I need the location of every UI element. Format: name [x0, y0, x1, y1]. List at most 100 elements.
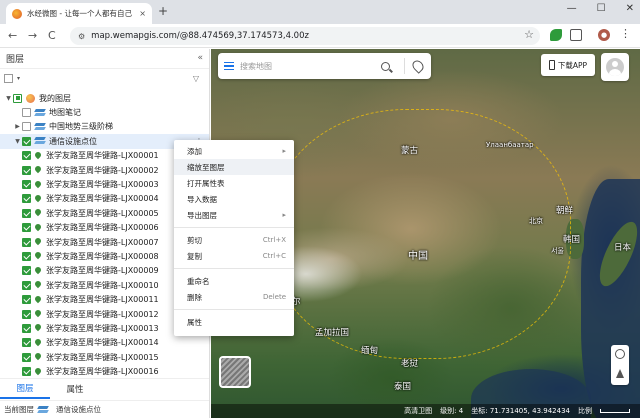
ctx-add[interactable]: 添加 ▸ [174, 143, 294, 159]
hamburger-menu-icon[interactable] [224, 62, 234, 70]
layer-checkbox[interactable] [22, 136, 31, 146]
map-pin-icon [35, 368, 41, 376]
layer-checkbox[interactable] [22, 323, 31, 333]
list-item[interactable]: 张学友路至周华键路-LJX00015 [0, 350, 209, 364]
ctx-properties[interactable]: 属性 [174, 314, 294, 330]
map-pin-icon [35, 152, 41, 160]
ctx-delete[interactable]: 删除 Delete [174, 289, 294, 305]
map-pin-icon [35, 195, 41, 203]
bookmark-star-icon[interactable]: ☆ [524, 28, 534, 41]
maximize-button[interactable]: ☐ [597, 3, 606, 14]
ctx-zoom-to-layer[interactable]: 缩放至图层 [174, 159, 294, 175]
layer-checkbox[interactable] [22, 165, 31, 175]
map-status-bar: 高清卫图 级别: 4 坐标: 71.731405, 43.942434 比例 [211, 404, 640, 418]
layer-checkbox[interactable] [22, 122, 31, 132]
profile-avatar[interactable]: ● [598, 29, 610, 41]
tab-layers[interactable]: 图层 [0, 379, 50, 399]
submenu-arrow-icon: ▸ [282, 211, 286, 219]
user-avatar-button[interactable] [601, 53, 629, 81]
extensions-puzzle-icon[interactable] [570, 29, 582, 41]
list-item-label: 张学友路至周华键路-LJX00005 [46, 208, 159, 218]
site-info-icon[interactable]: ⚙ [78, 32, 85, 41]
tree-node-notes[interactable]: 地图笔记 [0, 105, 209, 119]
layer-checkbox[interactable] [22, 309, 31, 319]
ctx-import-data[interactable]: 导入数据 [174, 191, 294, 207]
browser-toolbar: ← → C ⚙ map.wemapgis.com/@88.474569,37.1… [0, 24, 640, 48]
gps-locate-icon[interactable] [615, 349, 625, 359]
menu-divider [174, 227, 294, 228]
list-item-label: 张学友路至周华键路-LJX00016 [46, 367, 159, 377]
current-layer-bar: 当前图层 通信设施点位 [0, 400, 209, 418]
tab-properties[interactable]: 属性 [50, 380, 100, 398]
panel-tools: ▾ [0, 69, 209, 87]
chevron-down-icon[interactable]: ▾ [17, 75, 20, 82]
panel-header: 图层 [0, 49, 209, 69]
tree-root[interactable]: ▼ 我的图层 [0, 91, 209, 105]
layer-checkbox[interactable] [22, 266, 31, 276]
browser-tab[interactable]: 水经微图 - 让每一个人都有自己 × [6, 3, 152, 24]
scale-bar [600, 409, 630, 413]
compass-icon[interactable] [616, 369, 624, 378]
browser-menu-icon[interactable]: ⋮ [620, 27, 632, 40]
map-pin-icon [35, 339, 41, 347]
close-window-button[interactable]: ✕ [626, 3, 634, 14]
download-app-button[interactable]: 下载APP [541, 54, 595, 76]
layer-checkbox[interactable] [22, 180, 31, 190]
layer-checkbox[interactable] [22, 237, 31, 247]
menu-divider [174, 268, 294, 269]
layer-checkbox[interactable] [22, 151, 31, 161]
reload-button[interactable]: C [48, 29, 56, 42]
tree-label: 地图笔记 [49, 108, 81, 118]
basemap-switch-button[interactable] [219, 356, 251, 388]
expand-caret-icon[interactable]: ▼ [4, 95, 13, 102]
map-pin-icon [35, 181, 41, 189]
layer-checkbox[interactable] [22, 280, 31, 290]
menu-divider [174, 309, 294, 310]
list-item-label: 张学友路至周华键路-LJX00012 [46, 309, 159, 319]
search-icon[interactable] [381, 61, 390, 71]
layer-checkbox[interactable] [22, 108, 31, 118]
ctx-cut[interactable]: 剪切 Ctrl+X [174, 232, 294, 248]
ctx-export-layer[interactable]: 导出图层 ▸ [174, 207, 294, 223]
forward-button[interactable]: → [28, 29, 37, 42]
tree-label: 中国地势三级阶梯 [49, 122, 113, 132]
layer-checkbox[interactable] [22, 194, 31, 204]
expand-caret-icon[interactable]: ▶ [13, 123, 22, 130]
tree-node-terrain[interactable]: ▶ 中国地势三级阶梯 [0, 120, 209, 134]
layer-checkbox[interactable] [22, 352, 31, 362]
collapse-panel-icon[interactable]: « [197, 53, 203, 63]
ctx-open-attribute-table[interactable]: 打开属性表 [174, 175, 294, 191]
minimize-button[interactable]: — [567, 3, 577, 14]
map-pin-icon [35, 324, 41, 332]
address-bar[interactable]: ⚙ map.wemapgis.com/@88.474569,37.174573,… [70, 27, 540, 45]
filter-icon[interactable]: ▽ [193, 74, 199, 83]
layer-checkbox[interactable] [22, 338, 31, 348]
list-item[interactable]: 张学友路至周华键路-LJX00016 [0, 364, 209, 378]
ctx-rename[interactable]: 重命名 [174, 273, 294, 289]
location-pin-icon[interactable] [410, 58, 426, 74]
extension-leaf-icon[interactable] [550, 29, 562, 41]
map-label-ulaanbaatar: Улаанбаатар [486, 141, 534, 149]
select-all-checkbox[interactable] [4, 73, 13, 83]
tree-label: 通信设施点位 [49, 136, 97, 146]
list-item-label: 张学友路至周华键路-LJX00001 [46, 151, 159, 161]
favicon-icon [12, 8, 22, 19]
tab-close-icon[interactable]: × [139, 9, 146, 18]
ctx-copy[interactable]: 复制 Ctrl+C [174, 248, 294, 264]
back-button[interactable]: ← [8, 29, 17, 42]
zoom-level: 4 [458, 407, 464, 415]
coord-label: 坐标: [471, 407, 488, 415]
layer-checkbox[interactable] [22, 223, 31, 233]
new-tab-button[interactable]: + [158, 4, 168, 18]
expand-caret-icon[interactable]: ▼ [13, 138, 22, 145]
list-item-label: 张学友路至周华键路-LJX00015 [46, 352, 159, 362]
layer-checkbox[interactable] [13, 93, 22, 103]
layer-checkbox[interactable] [22, 367, 31, 377]
search-input[interactable]: 搜索地图 [240, 61, 381, 72]
list-item[interactable]: 张学友路至周华键路-LJX00014 [0, 336, 209, 350]
layer-checkbox[interactable] [22, 251, 31, 261]
layer-checkbox[interactable] [22, 208, 31, 218]
map-pin-icon [35, 209, 41, 217]
layer-checkbox[interactable] [22, 295, 31, 305]
globe-icon [26, 93, 35, 103]
